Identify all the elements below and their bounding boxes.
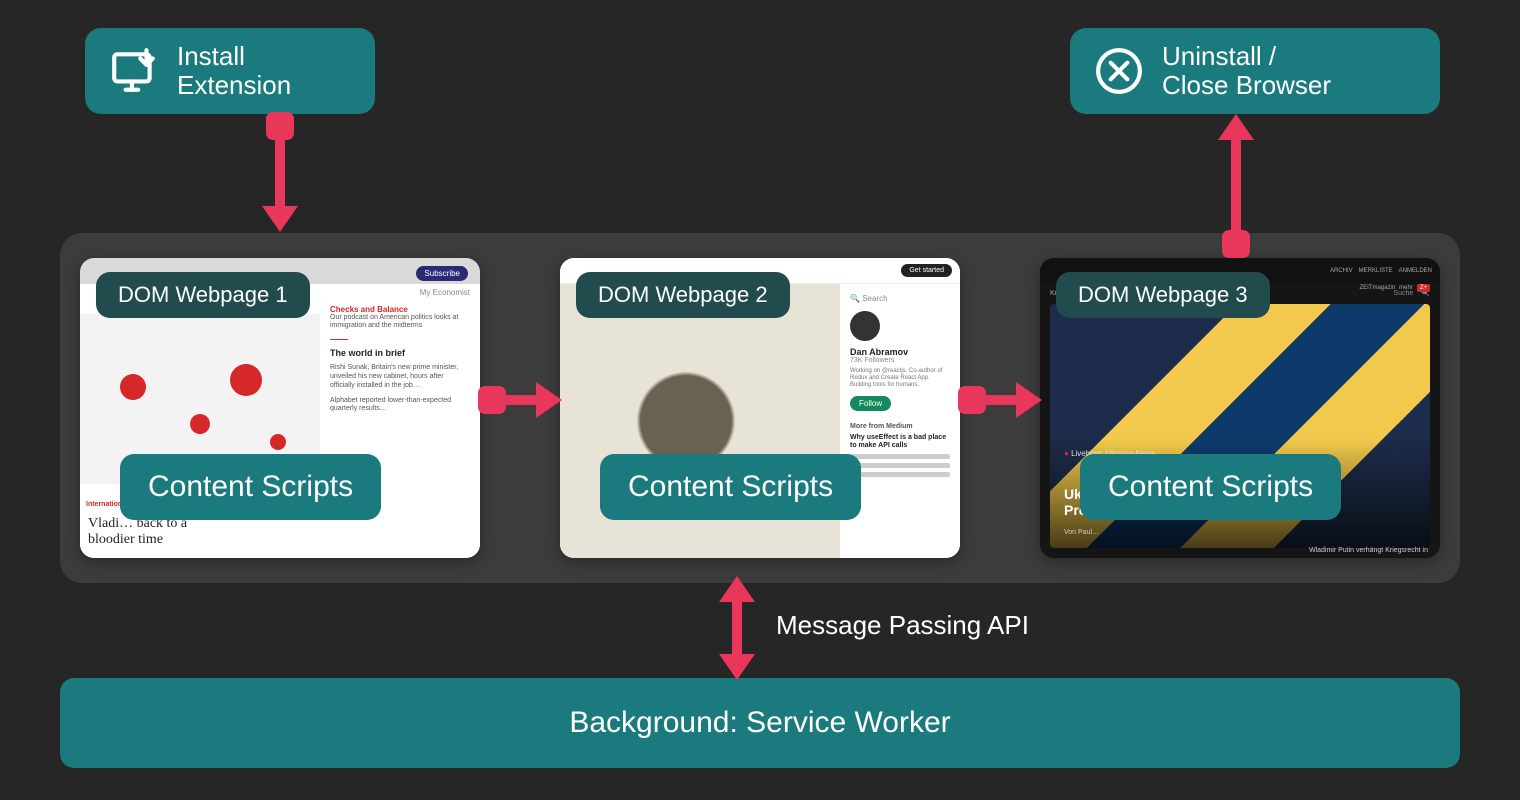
install-extension-node: Install Extension xyxy=(85,28,375,114)
install-icon xyxy=(109,46,159,96)
card3-source: Von Paul… xyxy=(1064,529,1099,536)
arrow-up-icon xyxy=(719,576,755,602)
content-scripts-badge-3: Content Scripts xyxy=(1080,454,1341,520)
zplus-icon: Z+ xyxy=(1417,284,1430,292)
get-started-pill: Get started xyxy=(901,264,952,277)
uninstall-node: Uninstall / Close Browser xyxy=(1070,28,1440,114)
subscribe-pill: Subscribe xyxy=(416,266,468,281)
arrow-line xyxy=(1231,138,1241,232)
arrow-start-square xyxy=(266,112,294,140)
arrow-line xyxy=(506,395,538,405)
author-bio: Working on @reactjs. Co-author of Redux … xyxy=(850,368,950,390)
arrow-down-icon xyxy=(262,206,298,232)
arrow-down-icon xyxy=(719,654,755,680)
uninstall-label-line1: Uninstall / xyxy=(1162,42,1331,71)
message-passing-api-label: Message Passing API xyxy=(776,610,1029,641)
install-label-line2: Extension xyxy=(177,71,291,100)
background-label: Background: Service Worker xyxy=(569,706,950,740)
my-economist-label: My Economist xyxy=(330,288,470,297)
more-from: More from Medium xyxy=(850,423,950,430)
background-service-worker-bar: Background: Service Worker xyxy=(60,678,1460,768)
checks-sub: Our podcast on American politics looks a… xyxy=(330,314,470,331)
dom-webpage-3-label: DOM Webpage 3 xyxy=(1056,272,1270,318)
close-circle-icon xyxy=(1094,46,1144,96)
uninstall-label-line2: Close Browser xyxy=(1162,71,1331,100)
top-nav-archiv: ARCHIV xyxy=(1330,268,1353,274)
author-avatar xyxy=(850,311,880,341)
world-brief: The world in brief xyxy=(330,348,470,358)
follow-pill: Follow xyxy=(850,396,891,411)
search-label: 🔍 Search xyxy=(850,294,950,303)
arrow-right-icon xyxy=(536,382,562,418)
arrow-start-square xyxy=(958,386,986,414)
arrow-start-square xyxy=(478,386,506,414)
top-nav-merkliste: MERKLISTE xyxy=(1359,268,1393,274)
arrow-start-square xyxy=(1222,230,1250,258)
mehr-label: mehr xyxy=(1399,285,1413,291)
content-scripts-badge-1: Content Scripts xyxy=(120,454,381,520)
uninstall-label: Uninstall / Close Browser xyxy=(1162,42,1331,99)
card3-footer: Wladimir Putin verhängt Kriegsrecht in xyxy=(1309,547,1428,554)
dom-webpage-2-label: DOM Webpage 2 xyxy=(576,272,790,318)
alphabet-text: Alphabet reported lower-than-expected qu… xyxy=(330,397,470,415)
top-nav-anmelden: ANMELDEN xyxy=(1399,268,1432,274)
card1-headline: Vladi… back to a bloodier time xyxy=(88,516,220,548)
article-title: Why useEffect is a bad place to make API… xyxy=(850,434,950,450)
arrow-up-icon xyxy=(1218,114,1254,140)
checks-tag: Checks and Balance xyxy=(330,305,470,314)
arrow-line xyxy=(986,395,1018,405)
zeit-brand: ZEITmagazin xyxy=(1359,285,1395,291)
rishi-text: Rishi Sunak, Britain's new prime ministe… xyxy=(330,364,470,390)
arrow-line xyxy=(275,140,285,210)
install-label-line1: Install xyxy=(177,42,291,71)
arrow-line xyxy=(732,598,742,658)
card2-sidebar: 🔍 Search Dan Abramov 73K Followers Worki… xyxy=(840,284,960,558)
dom-webpage-1-label: DOM Webpage 1 xyxy=(96,272,310,318)
followers: 73K Followers xyxy=(850,357,950,364)
arrow-right-icon xyxy=(1016,382,1042,418)
content-scripts-badge-2: Content Scripts xyxy=(600,454,861,520)
author-name: Dan Abramov xyxy=(850,347,950,357)
install-label: Install Extension xyxy=(177,42,291,99)
